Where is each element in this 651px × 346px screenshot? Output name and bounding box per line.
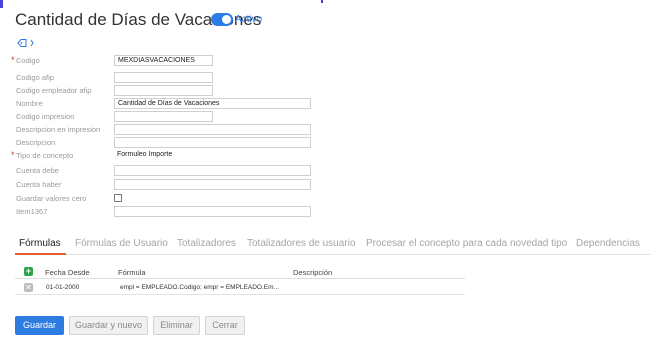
tab-totalizadores[interactable]: Totalizadores [177, 238, 236, 249]
window-edge-mark [0, 0, 3, 8]
form-row: * Tipo de concepto Formuleo Importe [11, 150, 321, 162]
column-header: Descripción [293, 268, 333, 277]
field-input[interactable] [114, 165, 311, 176]
field-label: Descripcion [16, 138, 56, 147]
form-row: Codigo empleador afip [11, 85, 321, 97]
field-input[interactable] [114, 72, 213, 83]
column-header: Fórmula [118, 268, 146, 277]
field-input[interactable] [114, 137, 311, 148]
field-input[interactable] [114, 206, 311, 217]
form-row: Codigo impresion [11, 111, 321, 123]
tab-bar: Fórmulas Fórmulas de Usuario Totalizador… [15, 233, 651, 255]
field-input[interactable]: Cantidad de Días de Vacaciones [114, 98, 311, 109]
field-input[interactable] [114, 179, 311, 190]
field-input[interactable] [114, 124, 311, 135]
close-button[interactable]: Cerrar [205, 316, 245, 335]
table-row[interactable]: ✕ 01-01-2000 empl = EMPLEADO.Codigo; emp… [15, 282, 465, 295]
field-label: Codigo afip [16, 73, 54, 82]
form-row: Cuenta debe [11, 165, 321, 177]
tag-icon[interactable] [17, 38, 35, 48]
field-label: Codigo impresion [16, 112, 75, 121]
save-button[interactable]: Guardar [15, 316, 64, 335]
form-row: Descripcion en impresion [11, 124, 321, 136]
field-label: Descripcion en impresion [16, 125, 101, 134]
tab-formulas-usuario[interactable]: Fórmulas de Usuario [75, 238, 168, 249]
guardar-valores-cero-checkbox[interactable] [114, 194, 122, 202]
required-marker: * [11, 150, 15, 160]
window-edge-mark [321, 0, 323, 3]
form-row: Cuenta haber [11, 179, 321, 191]
tab-dependencias[interactable]: Dependencias [576, 238, 640, 249]
field-label: Cuenta debe [16, 166, 59, 175]
field-label: Cuenta haber [16, 180, 62, 189]
form-row: Nombre Cantidad de Días de Vacaciones [11, 98, 321, 110]
field-input[interactable]: Formuleo Importe [114, 150, 311, 161]
column-header: Fecha Desde [45, 268, 90, 277]
field-input[interactable] [114, 85, 213, 96]
active-toggle[interactable] [211, 13, 233, 26]
active-toggle-label: Activo [235, 14, 263, 25]
add-row-button[interactable]: + [24, 267, 33, 276]
toggle-knob [222, 15, 231, 24]
form-row: * Codigo MEXDIASVACACIONES [11, 55, 321, 67]
field-label: Item1367 [16, 207, 48, 216]
cell-fecha-desde: 01-01-2000 [46, 284, 80, 291]
form-row: Guardar valores cero [11, 193, 321, 205]
tab-procesar-concepto[interactable]: Procesar el concepto para cada novedad t… [366, 238, 567, 249]
field-label: Codigo [16, 56, 40, 65]
field-input[interactable] [114, 111, 213, 122]
required-marker: * [11, 55, 15, 65]
field-input[interactable]: MEXDIASVACACIONES [114, 55, 213, 66]
save-and-new-button[interactable]: Guardar y nuevo [69, 316, 148, 335]
delete-row-button[interactable]: ✕ [24, 283, 33, 292]
field-label: Tipo de concepto [16, 151, 74, 160]
delete-button[interactable]: Eliminar [153, 316, 200, 335]
active-tab-indicator [15, 253, 66, 255]
cell-formula: empl = EMPLEADO.Codigo; empr = EMPLEADO.… [120, 284, 279, 291]
field-label: Guardar valores cero [16, 194, 87, 203]
tab-totalizadores-usuario[interactable]: Totalizadores de usuario [247, 238, 355, 249]
formulas-grid-header: + Fecha Desde Fórmula Descripción [15, 266, 465, 279]
form-row: Item1367 [11, 206, 321, 218]
form-row: Codigo afip [11, 72, 321, 84]
form-row: Descripcion [11, 137, 321, 149]
tab-formulas[interactable]: Fórmulas [19, 238, 61, 249]
field-label: Codigo empleador afip [16, 86, 92, 95]
field-label: Nombre [16, 99, 43, 108]
